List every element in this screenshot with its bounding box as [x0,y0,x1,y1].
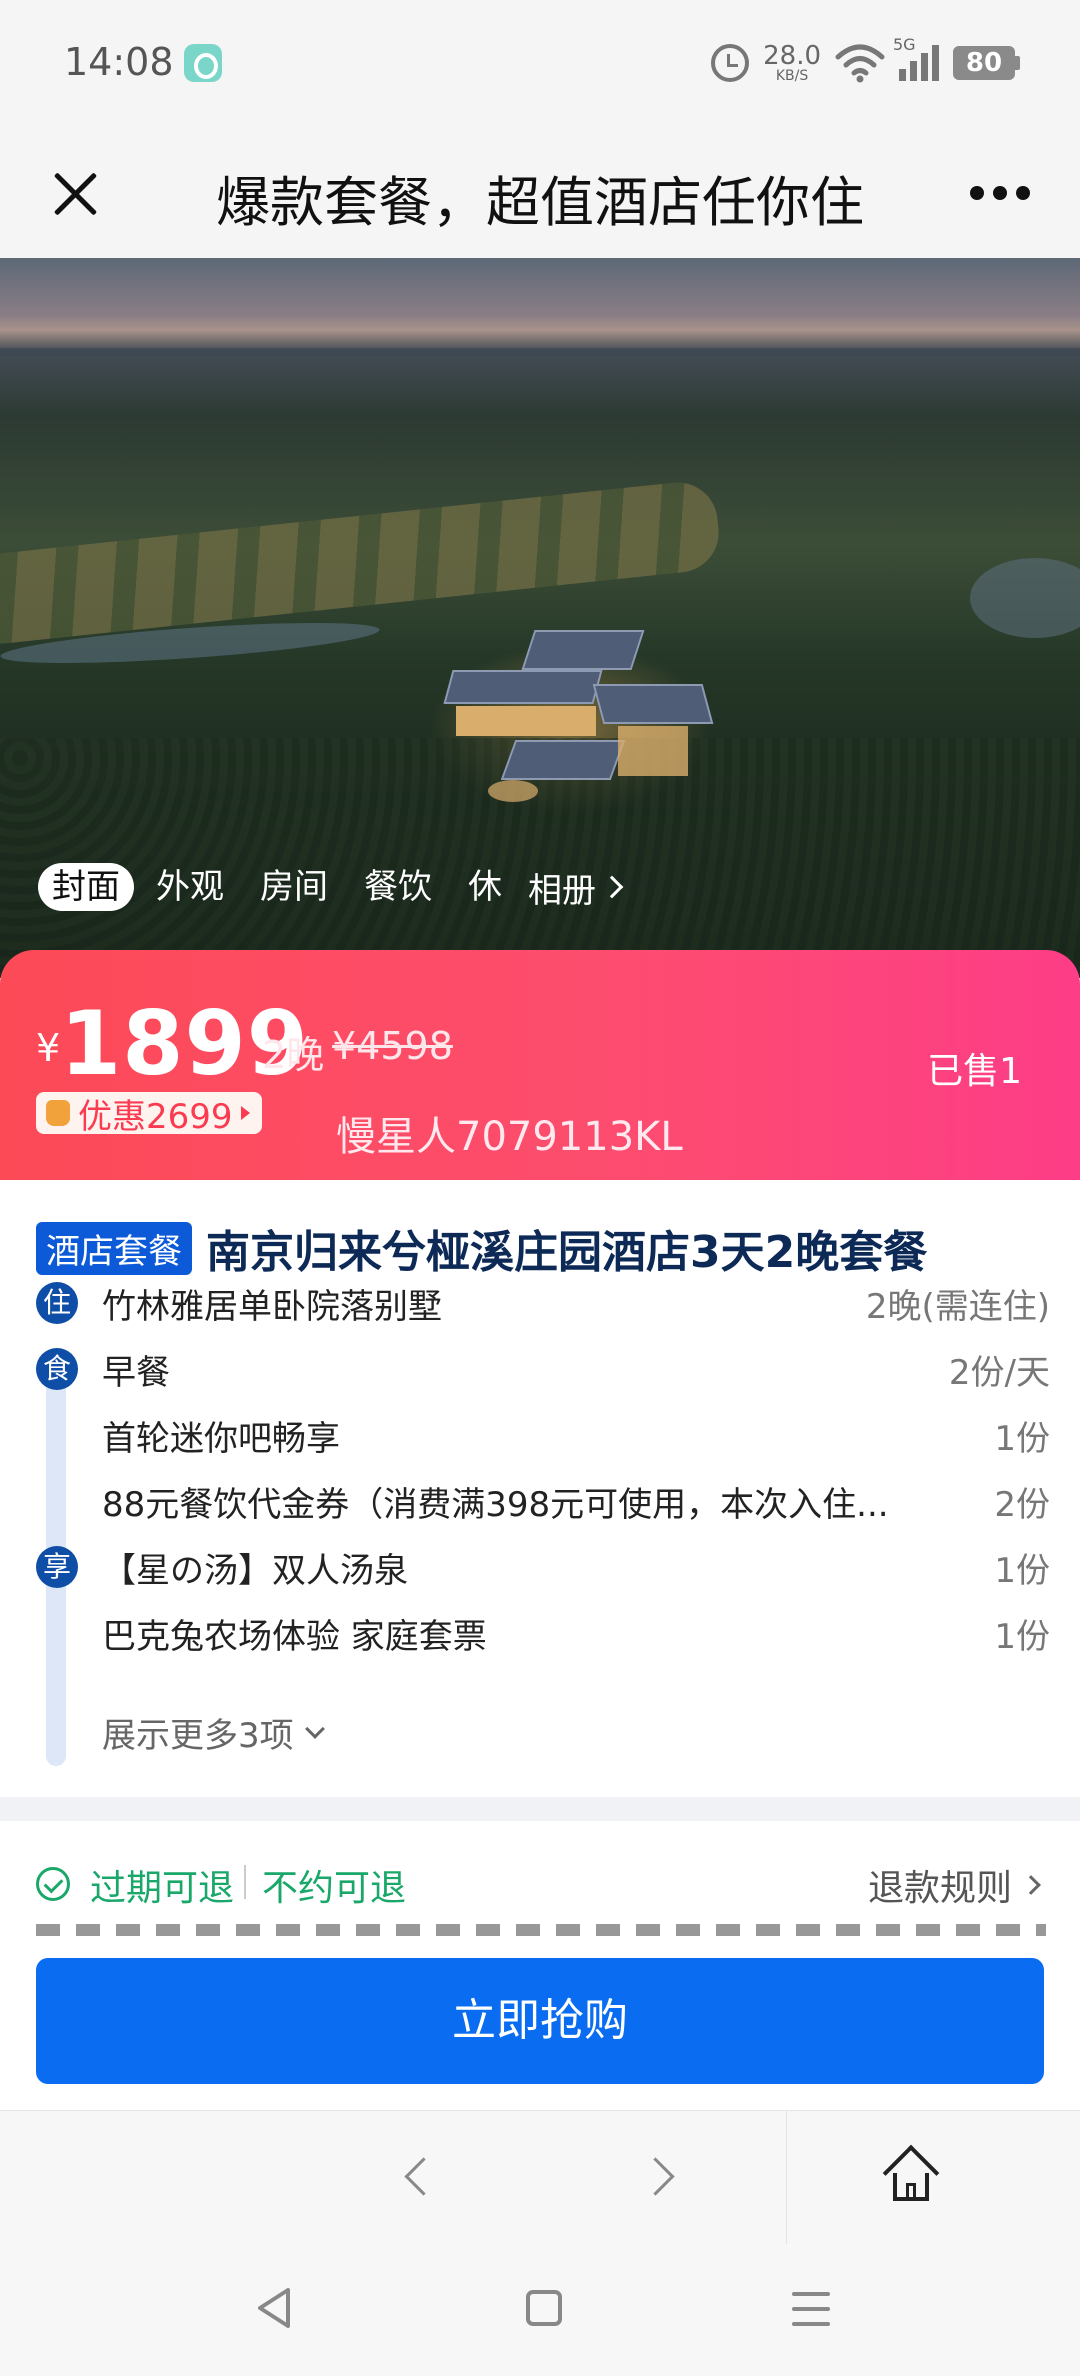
item-name: 88元餐饮代金券（消费满398元可使用，本次入住... [102,1484,889,1525]
tab-cover[interactable]: 封面 [38,863,134,911]
album-tabs: 封面 外观 房间 餐饮 休 相册 [38,862,624,912]
sold-count: 已售1 [927,1051,1022,1092]
title-bar: 爆款套餐，超值酒店任你住 [0,130,1080,258]
status-icons: 28.0 KB/S 5G 80 [711,35,1020,88]
network-speed-value: 28.0 [763,41,821,71]
stay-icon: 住 [36,1282,78,1324]
browser-nav-bar [0,2110,1080,2245]
chevron-down-icon [304,1718,325,1739]
tab-rooms[interactable]: 房间 [246,863,342,911]
item-name: 竹林雅居单卧院落别墅 [102,1286,442,1327]
status-time: 14:08 [64,40,174,84]
refund-tag-unbooked: 不约可退 [262,1868,407,1909]
status-bar: 14:08 28.0 KB/S 5G 80 [0,0,1080,130]
battery-icon: 80 [953,46,1020,80]
item-qty: 2份/天 [948,1352,1050,1393]
cell-signal-icon: 5G [893,35,939,81]
package-card: 酒店套餐 南京归来兮桠溪庄园酒店3天2晚套餐 住 竹林雅居单卧院落别墅 2晚(需… [0,1180,1080,1795]
package-name: 南京归来兮桠溪庄园酒店3天2晚套餐 [206,1227,928,1278]
discount-label: 优惠2699 [78,1096,233,1137]
forward-arrow-icon[interactable] [640,2155,680,2195]
tab-leisure[interactable]: 休 [454,863,516,911]
enjoy-icon: 享 [36,1546,78,1588]
nights-label: 2晚 [262,1033,325,1077]
list-item: 【星の汤】双人汤泉 1份 [102,1542,1050,1592]
app-notification-icon [184,44,222,82]
list-item: 巴克兔农场体验 家庭套票 1份 [102,1608,1050,1658]
wifi-icon [835,44,885,83]
divider [244,1865,246,1899]
item-qty: 2晚(需连住) [865,1286,1050,1327]
show-more-label: 展示更多3项 [102,1716,294,1756]
list-item: 首轮迷你吧畅享 1份 [102,1410,1050,1460]
username-watermark: 慢星人7079113KL [336,1114,683,1160]
purchase-bar: 立即抢购 [0,1936,1080,2110]
close-icon[interactable] [46,164,104,222]
refund-policy-row: 过期可退 不约可退 退款规则 [0,1821,1080,1935]
clipped-content [36,1924,1046,1936]
system-menu-icon[interactable] [792,2292,830,2326]
back-arrow-icon[interactable] [398,2155,438,2195]
item-name: 巴克兔农场体验 家庭套票 [102,1616,487,1657]
system-home-icon[interactable] [526,2290,562,2326]
album-link[interactable]: 相册 [528,863,624,912]
check-circle-icon [36,1867,70,1901]
alarm-icon [711,44,750,82]
package-title: 酒店套餐 南京归来兮桠溪庄园酒店3天2晚套餐 [36,1216,927,1280]
signal-label: 5G [893,35,916,54]
package-type-tag: 酒店套餐 [36,1221,192,1275]
chevron-right-icon [1021,1875,1041,1895]
item-qty: 2份 [994,1484,1050,1525]
network-speed: 28.0 KB/S [763,43,821,83]
hotel-cover-photo[interactable]: 封面 外观 房间 餐饮 休 相册 [0,258,1080,978]
refund-tag-expired: 过期可退 [90,1868,235,1909]
currency-symbol: ¥ [36,1026,61,1070]
item-qty: 1份 [994,1616,1050,1657]
discount-badge[interactable]: 优惠2699 [36,1092,262,1137]
price-banner: ¥ 1899 2晚 ¥4598 优惠2699 慢星人7079113KL 已售1 [0,950,1080,1180]
home-icon[interactable] [882,2144,940,2203]
system-back-icon[interactable] [254,2286,294,2330]
chevron-right-icon [600,875,624,899]
item-name: 【星の汤】双人汤泉 [102,1550,408,1591]
section-divider [0,1797,1080,1821]
list-item: 88元餐饮代金券（消费满398元可使用，本次入住... 2份 [102,1476,1050,1526]
item-qty: 1份 [994,1550,1050,1591]
item-name: 首轮迷你吧畅享 [102,1418,340,1459]
album-label: 相册 [528,870,596,911]
tab-exterior[interactable]: 外观 [142,863,238,911]
money-bag-icon [46,1100,70,1126]
tab-dining[interactable]: 餐饮 [350,863,446,911]
refund-rules-label: 退款规则 [867,1868,1012,1909]
list-item: 竹林雅居单卧院落别墅 2晚(需连住) [102,1278,1050,1328]
battery-level: 80 [953,46,1015,80]
more-icon[interactable] [968,176,1032,210]
show-more-button[interactable]: 展示更多3项 [102,1708,325,1757]
original-price: ¥4598 [332,1024,453,1068]
buy-now-button[interactable]: 立即抢购 [36,1958,1044,2084]
network-speed-unit: KB/S [775,68,809,84]
caret-right-icon [240,1106,250,1120]
item-qty: 1份 [994,1418,1050,1459]
system-nav-bar [0,2244,1080,2376]
divider [786,2111,787,2245]
item-name: 早餐 [102,1352,170,1393]
hotel-building-illustration [443,630,738,810]
refund-rules-link[interactable]: 退款规则 [867,1859,1041,1911]
page-title: 爆款套餐，超值酒店任你住 [216,171,864,234]
list-item: 早餐 2份/天 [102,1344,1050,1394]
food-icon: 食 [36,1348,78,1390]
